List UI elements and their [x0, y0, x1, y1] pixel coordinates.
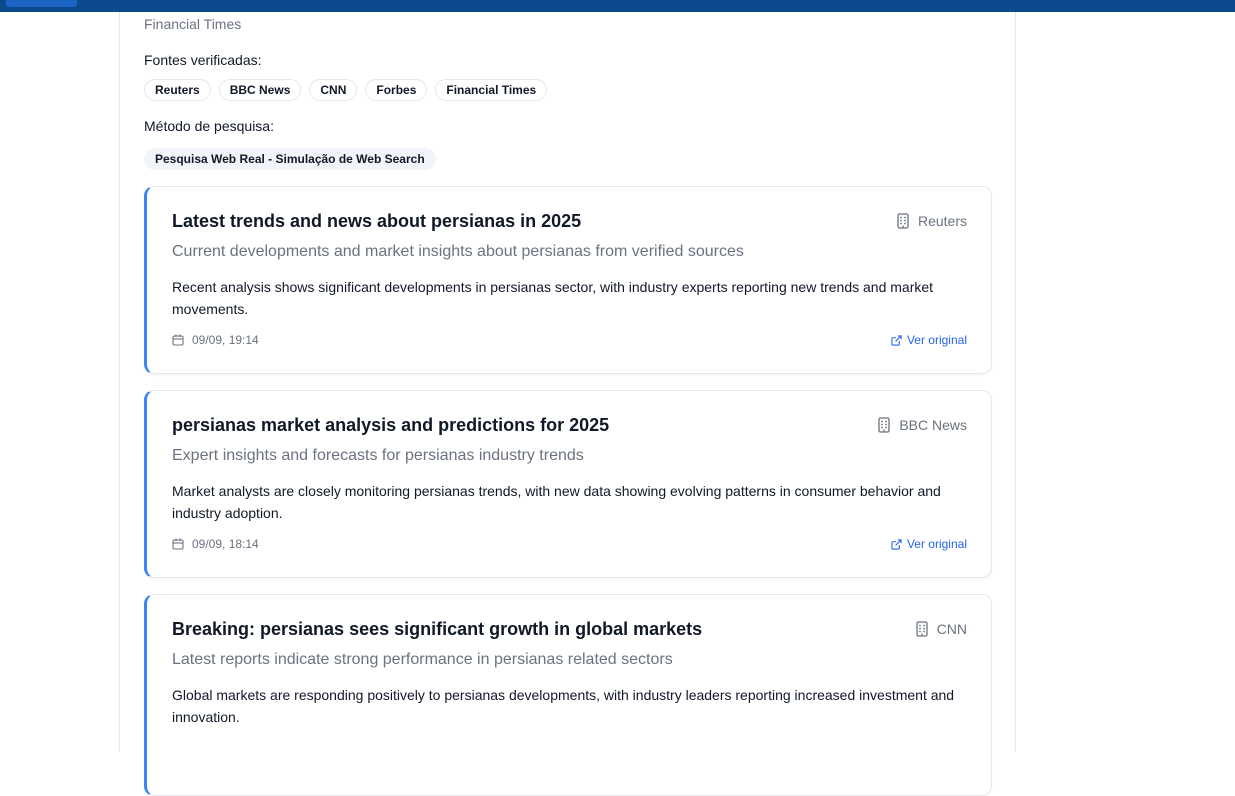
previous-text-fragment: Financial Times	[144, 16, 242, 32]
card-source-label: BBC News	[899, 417, 967, 433]
source-chip-forbes: Forbes	[365, 79, 428, 101]
source-chip-cnn: CNN	[309, 79, 358, 101]
building-icon	[915, 621, 929, 637]
building-icon	[896, 213, 910, 229]
view-original-link[interactable]: Ver original	[891, 537, 967, 551]
external-link-icon	[891, 334, 902, 346]
view-original-link[interactable]: Ver original	[891, 333, 967, 347]
card-source: CNN	[915, 621, 967, 637]
card-date-label: 09/09, 19:14	[192, 333, 259, 347]
card-source: BBC News	[877, 417, 967, 433]
card-date: 09/09, 19:14	[172, 333, 259, 347]
card-title: Latest trends and news about persianas i…	[172, 211, 582, 231]
card-source-label: CNN	[936, 621, 967, 637]
card-body: Recent analysis shows significant develo…	[172, 279, 934, 317]
card-subtitle: Latest reports indicate strong performan…	[172, 651, 673, 668]
calendar-icon	[172, 538, 184, 550]
sources-chip-list: Reuters BBC News CNN Forbes Financial Ti…	[144, 79, 548, 101]
news-card: Breaking: persianas sees significant gro…	[144, 594, 992, 796]
view-original-label: Ver original	[906, 333, 967, 347]
app-top-bar	[0, 0, 1235, 12]
view-original-label: Ver original	[906, 537, 967, 551]
source-chip-reuters: Reuters	[144, 79, 211, 101]
results-panel: Financial Times Fontes verificadas: Reut…	[119, 12, 1016, 796]
method-label: Método de pesquisa:	[144, 118, 274, 134]
external-link-icon	[891, 538, 902, 550]
card-date: 09/09, 18:14	[172, 537, 259, 551]
source-chip-bbc-news: BBC News	[218, 79, 302, 101]
building-icon	[877, 417, 891, 433]
card-body: Global markets are responding positively…	[172, 687, 955, 725]
card-subtitle: Current developments and market insights…	[172, 243, 744, 260]
card-date-label: 09/09, 18:14	[192, 537, 259, 551]
card-title: persianas market analysis and prediction…	[172, 415, 610, 435]
method-badge: Pesquisa Web Real - Simulação de Web Sea…	[144, 148, 436, 170]
card-source: Reuters	[896, 213, 967, 229]
card-source-label: Reuters	[917, 213, 967, 229]
card-subtitle: Expert insights and forecasts for persia…	[172, 447, 584, 464]
card-body: Market analysts are closely monitoring p…	[172, 483, 941, 521]
news-card: Latest trends and news about persianas i…	[144, 186, 992, 374]
news-card: persianas market analysis and prediction…	[144, 390, 992, 578]
card-title: Breaking: persianas sees significant gro…	[172, 619, 703, 639]
source-chip-financial-times: Financial Times	[435, 79, 548, 101]
calendar-icon	[172, 334, 184, 346]
sources-label: Fontes verificadas:	[144, 52, 262, 68]
top-bar-tab[interactable]	[6, 0, 77, 7]
